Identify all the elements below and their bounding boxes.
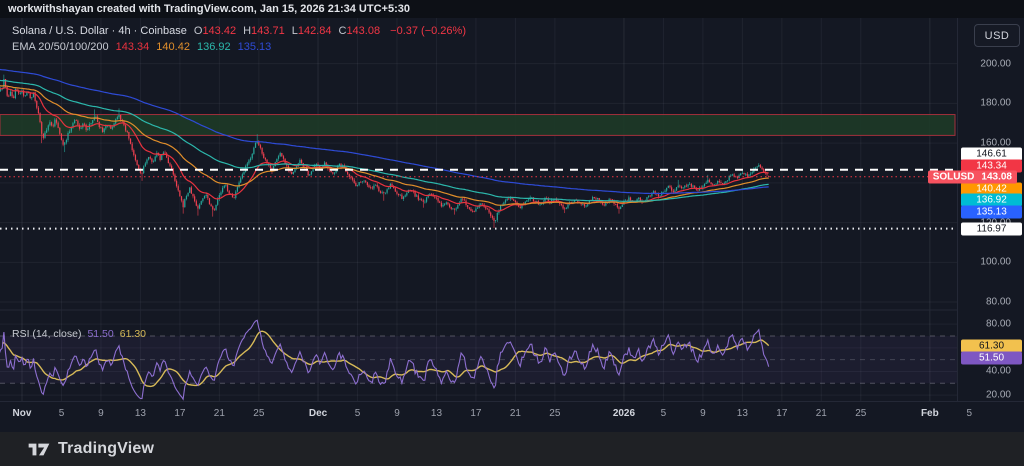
time-tick-13: 13	[431, 408, 442, 419]
currency-toggle-button[interactable]: USD	[974, 24, 1020, 47]
ema-50-value: 140.42	[156, 41, 190, 53]
time-tick-25: 25	[549, 408, 560, 419]
attribution-bar: workwithshayan created with TradingView.…	[0, 0, 1024, 19]
chart-area[interactable]: Solana / U.S. Dollar · 4h · CoinbaseO143…	[0, 18, 958, 401]
ema-legend-title[interactable]: EMA 20/50/100/200	[12, 41, 109, 53]
candlesticks	[0, 75, 769, 228]
time-tick-17: 17	[776, 408, 787, 419]
time-tick-nov: Nov	[13, 408, 32, 419]
price-label-chip: 116.97	[961, 222, 1022, 235]
price-tick: 80.00	[958, 319, 1024, 330]
last-price-value: 143.08	[981, 171, 1012, 184]
tradingview-wordmark: TradingView	[58, 440, 154, 458]
change-value: −0.37 (−0.26%)	[390, 25, 466, 37]
ohlc-value: 143.42	[202, 25, 236, 37]
price-tick: 40.00	[958, 366, 1024, 377]
ema-50-line	[0, 79, 769, 205]
price-tick: 80.00	[958, 297, 1024, 308]
price-label-chip: 135.13	[961, 206, 1022, 219]
rsi-legend-title[interactable]: RSI (14, close)	[12, 328, 81, 340]
time-tick-21: 21	[214, 408, 225, 419]
rsi-legend[interactable]: RSI (14, close) 51.50 61.30	[12, 328, 146, 340]
ema-legend[interactable]: EMA 20/50/100/200 143.34 140.42 136.92 135.1…	[12, 41, 271, 53]
time-tick-25: 25	[253, 408, 264, 419]
ohlc-value: 143.71	[251, 25, 285, 37]
last-price-label: SOLUSD 143.08	[928, 171, 1017, 184]
ema-20-value: 143.34	[116, 41, 150, 53]
time-tick-2026: 2026	[613, 408, 635, 419]
main-chart-canvas[interactable]	[0, 18, 958, 401]
ohlc-value: 143.08	[346, 25, 380, 37]
time-tick-17: 17	[174, 408, 185, 419]
time-tick-5: 5	[967, 408, 973, 419]
tradingview-glyph-icon	[28, 441, 50, 458]
brand-bar: TradingView	[0, 431, 1024, 466]
time-tick-5: 5	[59, 408, 65, 419]
ema-200-value: 135.13	[238, 41, 272, 53]
time-tick-5: 5	[661, 408, 667, 419]
ema-lines	[0, 63, 769, 211]
ohlc-values: O143.42H143.71L142.84C143.08	[187, 25, 380, 37]
time-tick-17: 17	[470, 408, 481, 419]
time-tick-dec: Dec	[309, 408, 327, 419]
ema-100-line	[0, 74, 769, 201]
ohlc-key: H	[243, 25, 251, 37]
price-scale[interactable]: USD 200.00180.00160.00140.00120.00100.00…	[957, 18, 1024, 401]
ema-100-value: 136.92	[197, 41, 231, 53]
price-tick: 180.00	[958, 98, 1024, 109]
price-tick: 100.00	[958, 257, 1024, 268]
time-tick-5: 5	[355, 408, 361, 419]
ohlc-value: 142.84	[298, 25, 332, 37]
time-tick-feb: Feb	[921, 408, 939, 419]
price-tick: 20.00	[958, 390, 1024, 401]
rsi-ma-value: 61.30	[120, 328, 146, 340]
ema-values: 143.34 140.42 136.92 135.13	[109, 41, 272, 53]
rsi-value: 51.50	[87, 328, 113, 340]
time-tick-9: 9	[98, 408, 104, 419]
time-tick-13: 13	[135, 408, 146, 419]
symbol-legend[interactable]: Solana / U.S. Dollar · 4h · CoinbaseO143…	[12, 25, 466, 37]
time-tick-13: 13	[737, 408, 748, 419]
time-tick-9: 9	[394, 408, 400, 419]
time-axis[interactable]: Nov 5 9 13 17 21 25 Dec 5 9 13 17 21 25 2026 5 9 13 17 21 25…	[0, 401, 1024, 432]
symbol-tag: SOLUSD	[933, 171, 975, 184]
time-tick-21: 21	[816, 408, 827, 419]
price-tick: 200.00	[958, 58, 1024, 69]
tradingview-logo[interactable]: TradingView	[28, 440, 154, 458]
time-tick-25: 25	[855, 408, 866, 419]
supply-zone[interactable]	[0, 115, 955, 136]
attribution-text: workwithshayan created with TradingView.…	[0, 3, 410, 15]
symbol-title[interactable]: Solana / U.S. Dollar · 4h · Coinbase	[12, 25, 187, 37]
rsi-values: 51.50 61.30	[81, 328, 146, 340]
time-tick-21: 21	[510, 408, 521, 419]
rsi-label-chip: 51.50	[961, 351, 1022, 364]
time-tick-9: 9	[700, 408, 706, 419]
